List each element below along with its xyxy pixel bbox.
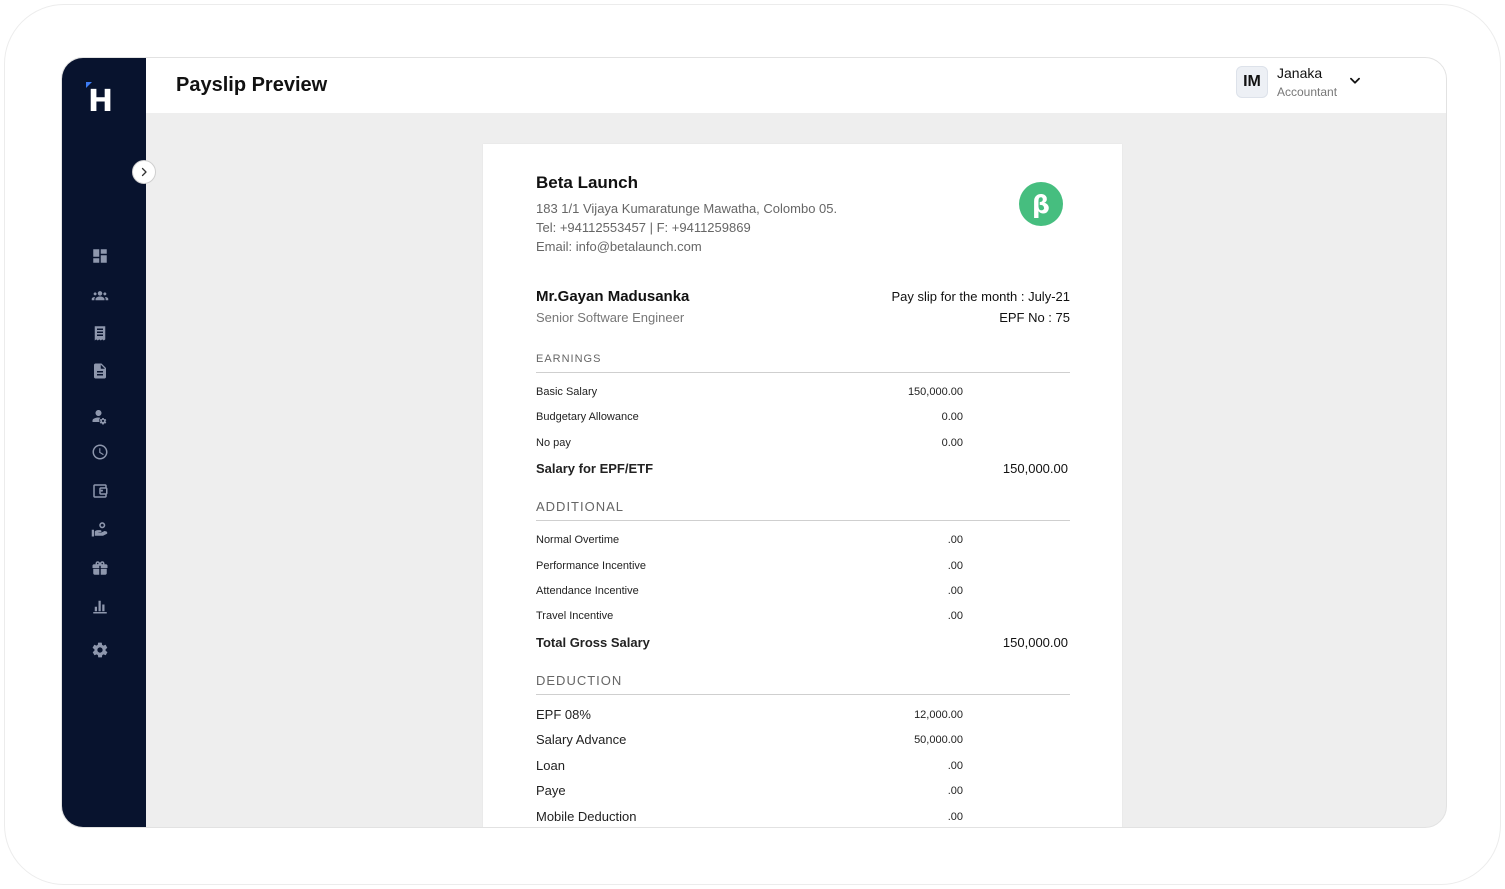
additional-total-amount: 150,000.00: [1002, 635, 1068, 650]
table-row-amount: 150,000.00: [907, 386, 963, 398]
table-row-label: No pay: [536, 437, 571, 449]
user-role: Accountant: [1277, 85, 1338, 99]
table-row-label: Normal Overtime: [536, 534, 620, 546]
bar-chart-icon[interactable]: [90, 596, 110, 616]
deduction-divider: [536, 694, 1070, 695]
company-address: 183 1/1 Vijaya Kumaratunge Mawatha, Colo…: [536, 201, 838, 216]
table-row-amount: .00: [947, 560, 963, 572]
payment-hand-icon[interactable]: [90, 519, 110, 539]
receipt-icon[interactable]: [90, 323, 110, 343]
employee-title: Senior Software Engineer: [536, 310, 685, 325]
earnings-section-title: EARNINGS: [536, 353, 602, 365]
additional-section-title: ADDITIONAL: [536, 499, 625, 514]
user-settings-icon[interactable]: [90, 406, 110, 426]
table-row-amount: 0.00: [941, 411, 963, 423]
table-row-label: Attendance Incentive: [536, 585, 639, 597]
table-row-label: Salary Advance: [536, 732, 627, 747]
table-row-amount: .00: [947, 760, 963, 772]
table-row-amount: .00: [947, 585, 963, 597]
additional-total-label: Total Gross Salary: [536, 635, 650, 650]
user-name: Janaka: [1277, 65, 1323, 81]
table-row-amount: 0.00: [941, 437, 963, 449]
employee-name: Mr.Gayan Madusanka: [536, 288, 690, 305]
dashboard-icon[interactable]: [90, 246, 110, 266]
table-row-label: Paye: [536, 783, 566, 798]
app-window: H Payslip Preview IM Janaka Accountant B…: [61, 57, 1447, 828]
company-contact: Tel: +94112553457 | F: +9411259869: [536, 220, 751, 235]
chevron-right-icon: [141, 167, 147, 177]
table-row-amount: .00: [947, 534, 963, 546]
table-row-label: Loan: [536, 758, 565, 773]
deduction-section-title: DEDUCTION: [536, 673, 623, 688]
table-row-label: Mobile Deduction: [536, 809, 637, 824]
payslip-month: Pay slip for the month : July-21: [891, 289, 1070, 304]
app-logo[interactable]: H: [86, 82, 122, 122]
avatar: IM: [1236, 66, 1268, 98]
company-name: Beta Launch: [536, 173, 639, 192]
table-row-amount: .00: [947, 785, 963, 797]
earnings-total-amount: 150,000.00: [1002, 461, 1068, 476]
wallet-icon[interactable]: [90, 481, 110, 501]
clock-icon[interactable]: [90, 442, 110, 462]
table-row-label: Travel Incentive: [536, 610, 614, 622]
payslip-document: Beta Launch 183 1/1 Vijaya Kumaratunge M…: [483, 144, 1122, 827]
team-icon[interactable]: [90, 285, 110, 305]
table-row-amount: 12,000.00: [914, 709, 963, 721]
earnings-divider: [536, 372, 1070, 373]
table-row-label: EPF 08%: [536, 707, 591, 722]
top-header: Payslip Preview IM Janaka Accountant: [146, 58, 1446, 113]
chevron-down-icon[interactable]: [1348, 74, 1362, 88]
settings-icon[interactable]: [90, 640, 110, 660]
user-menu[interactable]: IM Janaka Accountant: [1236, 62, 1406, 102]
table-row-amount: .00: [947, 811, 963, 823]
page-title: Payslip Preview: [176, 74, 328, 96]
table-row-amount: .00: [947, 610, 963, 622]
table-row-label: Performance Incentive: [536, 560, 647, 572]
company-logo: β: [1019, 182, 1063, 226]
company-email: Email: info@betalaunch.com: [536, 239, 702, 254]
additional-divider: [536, 520, 1070, 521]
earnings-total-label: Salary for EPF/ETF: [536, 461, 654, 476]
epf-number: EPF No : 75: [999, 310, 1070, 325]
document-icon[interactable]: [90, 361, 110, 381]
table-row-amount: 50,000.00: [914, 734, 963, 746]
table-row-label: Basic Salary: [536, 386, 598, 398]
table-row-label: Budgetary Allowance: [536, 411, 639, 423]
gift-icon[interactable]: [90, 558, 110, 578]
sidebar-expand-button[interactable]: [132, 160, 156, 184]
logo-accent-mark: [86, 82, 92, 88]
